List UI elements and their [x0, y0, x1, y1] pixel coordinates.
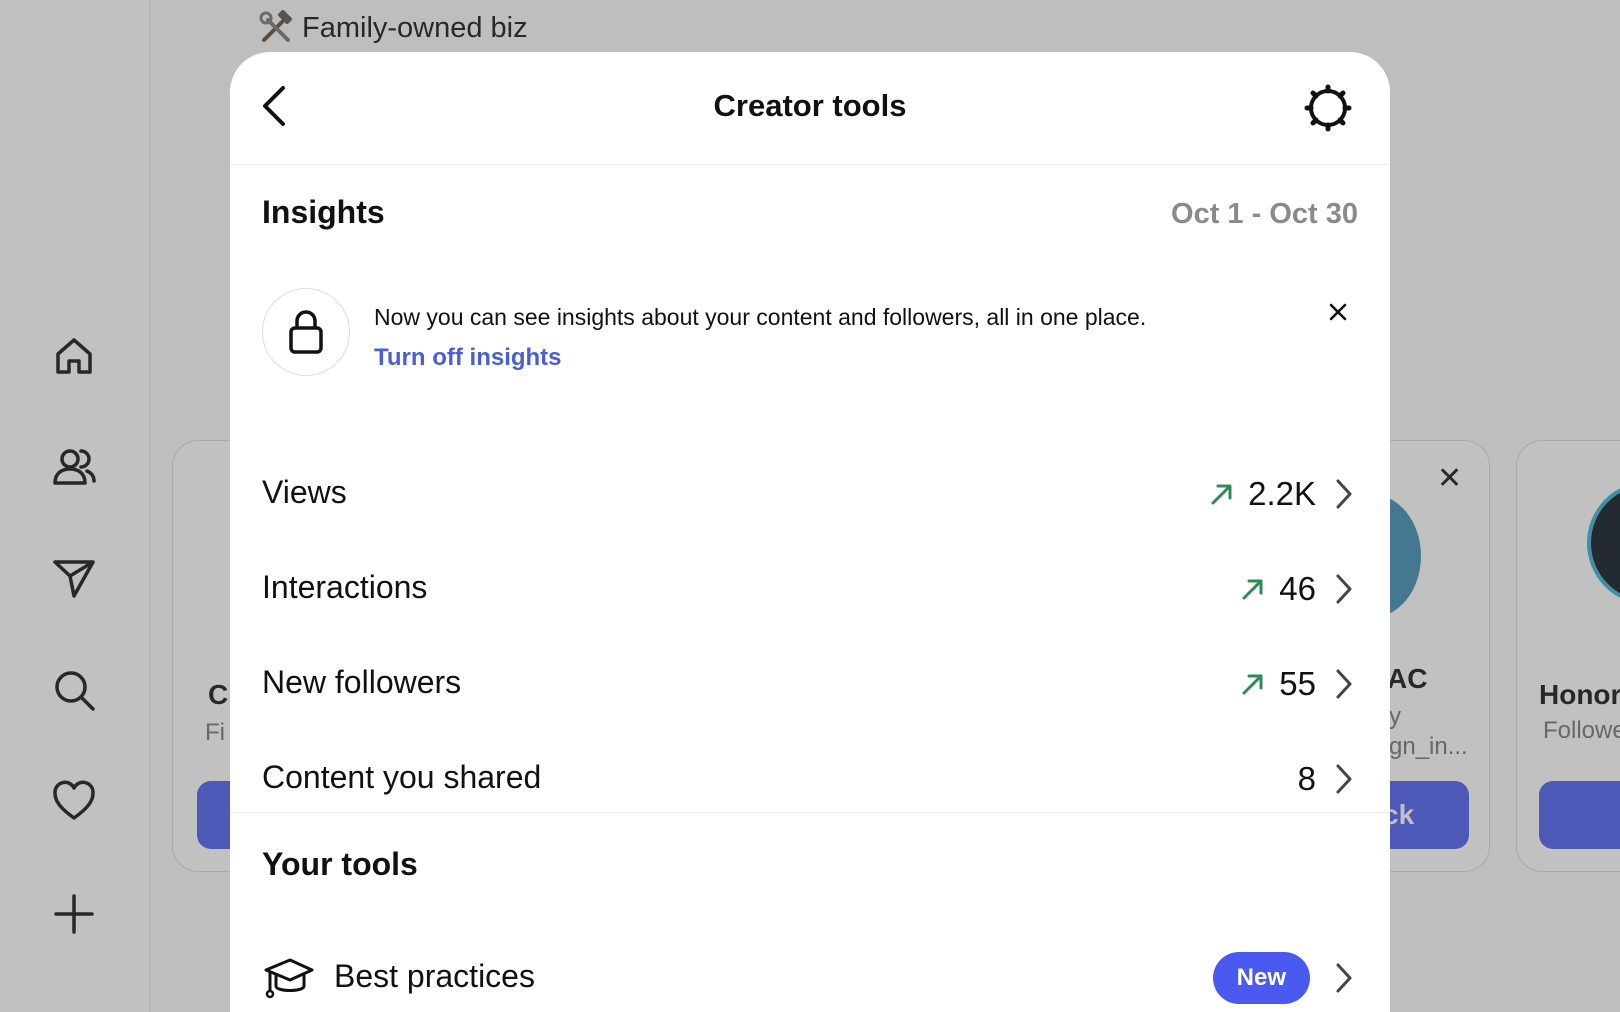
close-icon	[1329, 303, 1347, 321]
tool-label: Best practices	[334, 958, 535, 994]
metric-value: 46	[1279, 570, 1316, 607]
settings-button[interactable]	[1302, 82, 1354, 134]
metric-row-new-followers[interactable]: New followers 55	[230, 640, 1390, 732]
trend-up-icon	[1239, 575, 1267, 603]
metric-row-interactions[interactable]: Interactions 46	[230, 545, 1390, 637]
close-banner-button[interactable]	[1324, 298, 1352, 326]
gear-icon	[1304, 84, 1352, 132]
new-badge: New	[1212, 952, 1310, 1004]
section-divider	[230, 812, 1390, 813]
metric-value: 55	[1279, 665, 1316, 702]
chevron-right-icon	[1334, 762, 1354, 796]
tool-right-group: New	[1212, 952, 1354, 1004]
metric-label: New followers	[262, 664, 462, 700]
metric-value-group: 2.2K	[1208, 472, 1354, 516]
trend-up-icon	[1239, 670, 1267, 698]
metric-label: Interactions	[262, 569, 428, 605]
insights-banner: Now you can see insights about your cont…	[262, 288, 1358, 388]
your-tools-heading: Your tools	[262, 846, 418, 882]
metric-value: 2.2K	[1248, 475, 1316, 512]
lock-icon	[289, 310, 323, 354]
metric-row-views[interactable]: Views 2.2K	[230, 450, 1390, 542]
chevron-right-icon	[1334, 477, 1354, 511]
lock-icon-circle	[262, 288, 350, 376]
metric-value-group: 55	[1239, 662, 1354, 706]
modal-header: Creator tools	[230, 52, 1390, 165]
chevron-right-icon	[1334, 961, 1354, 995]
metric-label: Content you shared	[262, 759, 542, 795]
metric-value-group: 46	[1239, 567, 1354, 611]
tool-row-best-practices[interactable]: Best practices New	[230, 932, 1390, 1012]
modal-title: Creator tools	[713, 88, 907, 123]
chevron-right-icon	[1334, 572, 1354, 606]
insights-heading: Insights	[262, 194, 385, 230]
trend-up-icon	[1208, 480, 1236, 508]
metric-value-group: 8	[1298, 757, 1354, 801]
metric-row-content-shared[interactable]: Content you shared 8	[230, 735, 1390, 827]
metric-value: 8	[1297, 760, 1316, 797]
creator-tools-modal: Creator tools Insights Oct 1 - Oct 30 No…	[230, 52, 1390, 1012]
turn-off-insights-link[interactable]: Turn off insights	[374, 344, 562, 372]
graduation-cap-icon	[264, 958, 314, 999]
date-range[interactable]: Oct 1 - Oct 30	[1171, 198, 1358, 231]
chevron-right-icon	[1334, 667, 1354, 701]
banner-text: Now you can see insights about your cont…	[374, 304, 1147, 330]
metric-label: Views	[262, 474, 347, 510]
